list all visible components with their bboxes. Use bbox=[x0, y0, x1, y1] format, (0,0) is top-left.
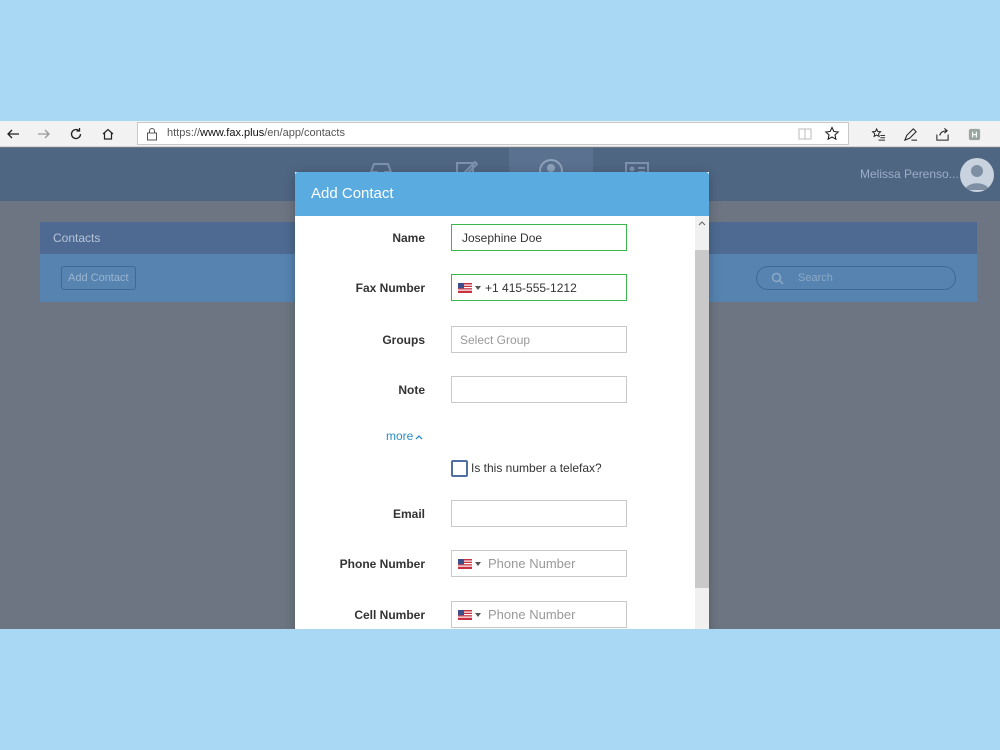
modal-body: Name Josephine Doe Fax Number +1 415-555… bbox=[295, 216, 695, 629]
note-field[interactable] bbox=[451, 376, 627, 403]
cell-number-label: Cell Number bbox=[354, 608, 425, 622]
email-field[interactable] bbox=[451, 500, 627, 527]
add-contact-button[interactable]: Add Contact bbox=[61, 266, 136, 290]
lock-icon bbox=[147, 128, 157, 141]
forward-arrow-icon bbox=[38, 129, 50, 139]
back-button[interactable] bbox=[1, 123, 25, 145]
name-label: Name bbox=[392, 231, 425, 245]
favorite-star-icon[interactable] bbox=[824, 126, 840, 142]
name-field[interactable]: Josephine Doe bbox=[451, 224, 627, 251]
groups-placeholder: Select Group bbox=[460, 333, 531, 347]
add-contact-modal: Add Contact Name Josephine Doe Fax Numbe… bbox=[295, 172, 709, 629]
search-placeholder: Search bbox=[798, 272, 833, 284]
modal-header: Add Contact bbox=[295, 172, 709, 216]
cell-number-field[interactable]: Phone Number bbox=[451, 601, 627, 628]
web-note-button[interactable] bbox=[900, 124, 920, 144]
us-flag-icon[interactable] bbox=[458, 610, 472, 620]
groups-select[interactable]: Select Group bbox=[451, 326, 627, 353]
avatar[interactable] bbox=[960, 158, 994, 192]
forward-button[interactable] bbox=[32, 123, 56, 145]
extension-icon bbox=[968, 128, 980, 140]
country-dropdown-caret-icon[interactable] bbox=[475, 613, 481, 617]
url-text: https://www.fax.plus/en/app/contacts bbox=[167, 127, 345, 139]
phone-number-label: Phone Number bbox=[339, 557, 425, 571]
telefax-checkbox[interactable] bbox=[451, 460, 468, 477]
us-flag-icon[interactable] bbox=[458, 559, 472, 569]
browser-toolbar: https://www.fax.plus/en/app/contacts bbox=[0, 121, 1000, 147]
address-bar[interactable]: https://www.fax.plus/en/app/contacts bbox=[137, 122, 849, 145]
share-icon bbox=[935, 127, 949, 141]
back-arrow-icon bbox=[7, 129, 19, 139]
extension-button[interactable] bbox=[964, 124, 984, 144]
fax-number-field[interactable]: +1 415-555-1212 bbox=[451, 274, 627, 301]
chevron-up-icon[interactable] bbox=[697, 218, 707, 228]
refresh-button[interactable] bbox=[64, 123, 88, 145]
fax-number-label: Fax Number bbox=[355, 281, 425, 295]
modal-title: Add Contact bbox=[311, 185, 394, 202]
country-dropdown-caret-icon[interactable] bbox=[475, 562, 481, 566]
note-label: Note bbox=[398, 383, 425, 397]
pen-icon bbox=[903, 127, 917, 141]
groups-label: Groups bbox=[382, 333, 425, 347]
more-toggle-link[interactable]: more bbox=[386, 429, 423, 443]
browser-window: https://www.fax.plus/en/app/contacts Mel… bbox=[0, 121, 1000, 629]
favorites-list-icon bbox=[870, 127, 885, 141]
share-button[interactable] bbox=[932, 124, 952, 144]
modal-scrollbar[interactable] bbox=[695, 216, 709, 629]
us-flag-icon[interactable] bbox=[458, 283, 472, 293]
cell-number-placeholder: Phone Number bbox=[488, 607, 576, 622]
name-value: Josephine Doe bbox=[462, 231, 543, 245]
section-title: Contacts bbox=[53, 231, 101, 245]
chevron-up-icon bbox=[415, 434, 423, 440]
phone-number-field[interactable]: Phone Number bbox=[451, 550, 627, 577]
search-icon bbox=[771, 272, 784, 285]
favorites-hub-button[interactable] bbox=[868, 124, 888, 144]
refresh-icon bbox=[70, 128, 82, 140]
email-label: Email bbox=[392, 507, 425, 521]
home-icon bbox=[102, 128, 114, 140]
reading-view-icon[interactable] bbox=[798, 127, 812, 141]
phone-number-placeholder: Phone Number bbox=[488, 556, 576, 571]
telefax-label[interactable]: Is this number a telefax? bbox=[471, 461, 602, 475]
home-button[interactable] bbox=[96, 123, 120, 145]
country-dropdown-caret-icon[interactable] bbox=[475, 286, 481, 290]
user-name[interactable]: Melissa Perenso... bbox=[860, 167, 959, 181]
user-avatar-icon bbox=[965, 165, 989, 190]
search-input[interactable]: Search bbox=[756, 266, 956, 290]
fax-number-value: +1 415-555-1212 bbox=[485, 281, 577, 295]
scrollbar-thumb[interactable] bbox=[695, 250, 709, 588]
